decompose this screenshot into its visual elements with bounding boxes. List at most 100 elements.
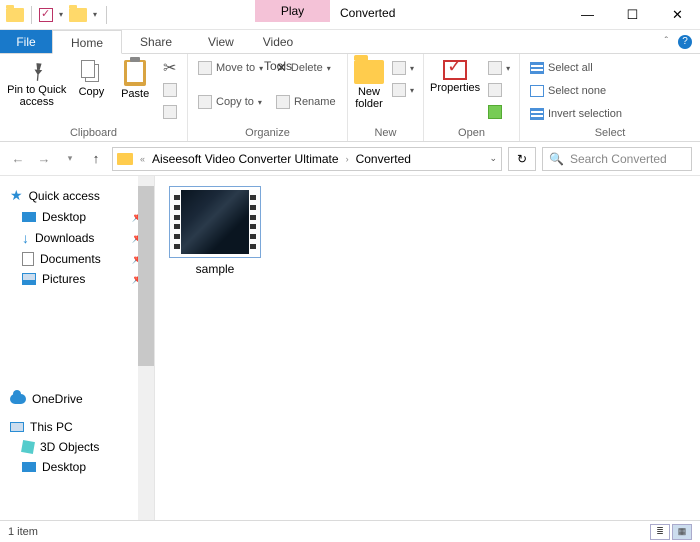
open-button[interactable]: ▾	[484, 58, 514, 78]
ribbon-group-select: Select all Select none Invert selection …	[520, 54, 700, 141]
group-label: Clipboard	[6, 125, 181, 139]
desktop-icon	[22, 212, 36, 222]
button-label: Rename	[294, 96, 336, 108]
copy-to-button[interactable]: Copy to▾	[194, 92, 272, 112]
collapse-ribbon-icon[interactable]: ˆ	[665, 36, 668, 47]
file-name: sample	[196, 262, 235, 276]
help-icon[interactable]: ?	[678, 35, 692, 49]
quick-access-toolbar: ▾ ▾	[0, 6, 116, 24]
sidebar-item-documents[interactable]: Documents📌	[4, 249, 150, 269]
forward-button[interactable]: →	[34, 149, 54, 169]
ribbon-tabs: File Home Share View Video Tools ˆ ?	[0, 30, 700, 54]
button-label: Paste	[121, 88, 149, 100]
pin-to-quick-access-button[interactable]: Pin to Quick access	[6, 58, 68, 108]
sidebar-item-label: Pictures	[42, 272, 85, 286]
sidebar-item-label: Desktop	[42, 460, 86, 474]
paste-shortcut-button[interactable]	[159, 102, 181, 122]
address-bar[interactable]: « Aiseesoft Video Converter Ultimate › C…	[112, 147, 502, 171]
properties-qat-icon[interactable]	[39, 8, 53, 22]
copy-button[interactable]: Copy	[72, 58, 112, 98]
copy-icon	[79, 60, 103, 84]
button-label: Copy	[79, 86, 105, 98]
history-button[interactable]	[484, 102, 514, 122]
sidebar-item-onedrive[interactable]: OneDrive	[4, 389, 150, 409]
breadcrumb-separator: «	[137, 154, 148, 164]
sidebar-item-label: 3D Objects	[40, 440, 99, 454]
sidebar-item-label: OneDrive	[32, 392, 83, 406]
pin-icon	[21, 56, 52, 87]
new-item-button[interactable]: ▾	[388, 58, 418, 78]
downloads-icon: ↓	[22, 230, 29, 246]
recent-locations-button[interactable]: ▾	[60, 149, 80, 169]
title-bar: ▾ ▾ Play Converted — ☐ ✕	[0, 0, 700, 30]
back-button[interactable]: ←	[8, 149, 28, 169]
edit-button[interactable]	[484, 80, 514, 100]
select-all-button[interactable]: Select all	[526, 58, 597, 78]
select-none-button[interactable]: Select none	[526, 81, 610, 101]
large-icons-view-button[interactable]: ▦	[672, 524, 692, 540]
scissors-icon: ✂	[163, 58, 176, 78]
file-item-sample[interactable]: sample	[165, 186, 265, 276]
up-button[interactable]: ↑	[86, 149, 106, 169]
rename-icon	[276, 95, 290, 109]
breadcrumb-item[interactable]: Aiseesoft Video Converter Ultimate	[152, 152, 339, 166]
group-label: New	[354, 125, 417, 139]
paste-button[interactable]: Paste	[115, 58, 155, 100]
minimize-button[interactable]: —	[565, 0, 610, 30]
refresh-button[interactable]: ↻	[508, 147, 536, 171]
cut-button[interactable]: ✂	[159, 58, 181, 78]
folder-icon	[117, 153, 133, 165]
close-button[interactable]: ✕	[655, 0, 700, 30]
tab-home[interactable]: Home	[52, 30, 122, 54]
details-view-button[interactable]: ≣	[650, 524, 670, 540]
folder-icon[interactable]	[6, 8, 24, 22]
sidebar-item-quick-access[interactable]: ★Quick access	[4, 184, 150, 207]
move-to-button[interactable]: Move to▾	[194, 58, 272, 78]
folder-icon[interactable]	[69, 8, 87, 22]
chevron-down-icon[interactable]: ▾	[57, 10, 65, 19]
sidebar-item-3d-objects[interactable]: 3D Objects	[4, 437, 150, 457]
cube-icon	[21, 440, 35, 454]
chevron-down-icon[interactable]: ▾	[91, 10, 99, 19]
sidebar-item-label: This PC	[30, 420, 73, 434]
ribbon-group-clipboard: Pin to Quick access Copy Paste ✂ Clipboa…	[0, 54, 188, 141]
properties-button[interactable]: Properties	[430, 58, 480, 94]
sidebar-item-desktop-pc[interactable]: Desktop	[4, 457, 150, 477]
invert-selection-icon	[530, 108, 544, 120]
copy-path-button[interactable]	[159, 80, 181, 100]
paste-icon	[124, 60, 146, 86]
new-item-icon	[392, 61, 406, 75]
documents-icon	[22, 252, 34, 266]
copy-to-icon	[198, 95, 212, 109]
button-label: Delete	[291, 62, 323, 74]
sidebar-item-label: Documents	[40, 252, 101, 266]
rename-button[interactable]: Rename	[272, 92, 340, 112]
new-folder-button[interactable]: New folder	[354, 58, 384, 110]
group-label: Select	[526, 125, 694, 139]
separator	[31, 6, 32, 24]
sidebar-item-desktop[interactable]: Desktop📌	[4, 207, 150, 227]
sidebar-item-pictures[interactable]: Pictures📌	[4, 269, 150, 289]
file-list-pane[interactable]: sample	[155, 176, 700, 520]
scrollbar-thumb[interactable]	[138, 186, 154, 366]
move-icon	[198, 61, 212, 75]
select-none-icon	[530, 85, 544, 97]
explorer-body: ★Quick access Desktop📌 ↓Downloads📌 Docum…	[0, 176, 700, 520]
chevron-down-icon[interactable]: ⌄	[489, 153, 497, 164]
tab-file[interactable]: File	[0, 30, 52, 53]
invert-selection-button[interactable]: Invert selection	[526, 104, 626, 124]
maximize-button[interactable]: ☐	[610, 0, 655, 30]
scrollbar-track[interactable]	[138, 176, 154, 520]
easy-access-button[interactable]: ▾	[388, 80, 418, 100]
item-count: 1 item	[8, 526, 38, 538]
view-switcher: ≣ ▦	[650, 524, 692, 540]
search-input[interactable]: 🔍 Search Converted	[542, 147, 692, 171]
sidebar-item-this-pc[interactable]: This PC	[4, 417, 150, 437]
ribbon: Pin to Quick access Copy Paste ✂ Clipboa…	[0, 54, 700, 142]
breadcrumb-item[interactable]: Converted	[356, 152, 411, 166]
tab-video-tools[interactable]: Video Tools	[238, 30, 318, 54]
button-label: Pin to Quick access	[6, 84, 68, 108]
sidebar-item-downloads[interactable]: ↓Downloads📌	[4, 227, 150, 249]
group-label: Open	[430, 125, 513, 139]
tab-share[interactable]: Share	[122, 30, 190, 53]
